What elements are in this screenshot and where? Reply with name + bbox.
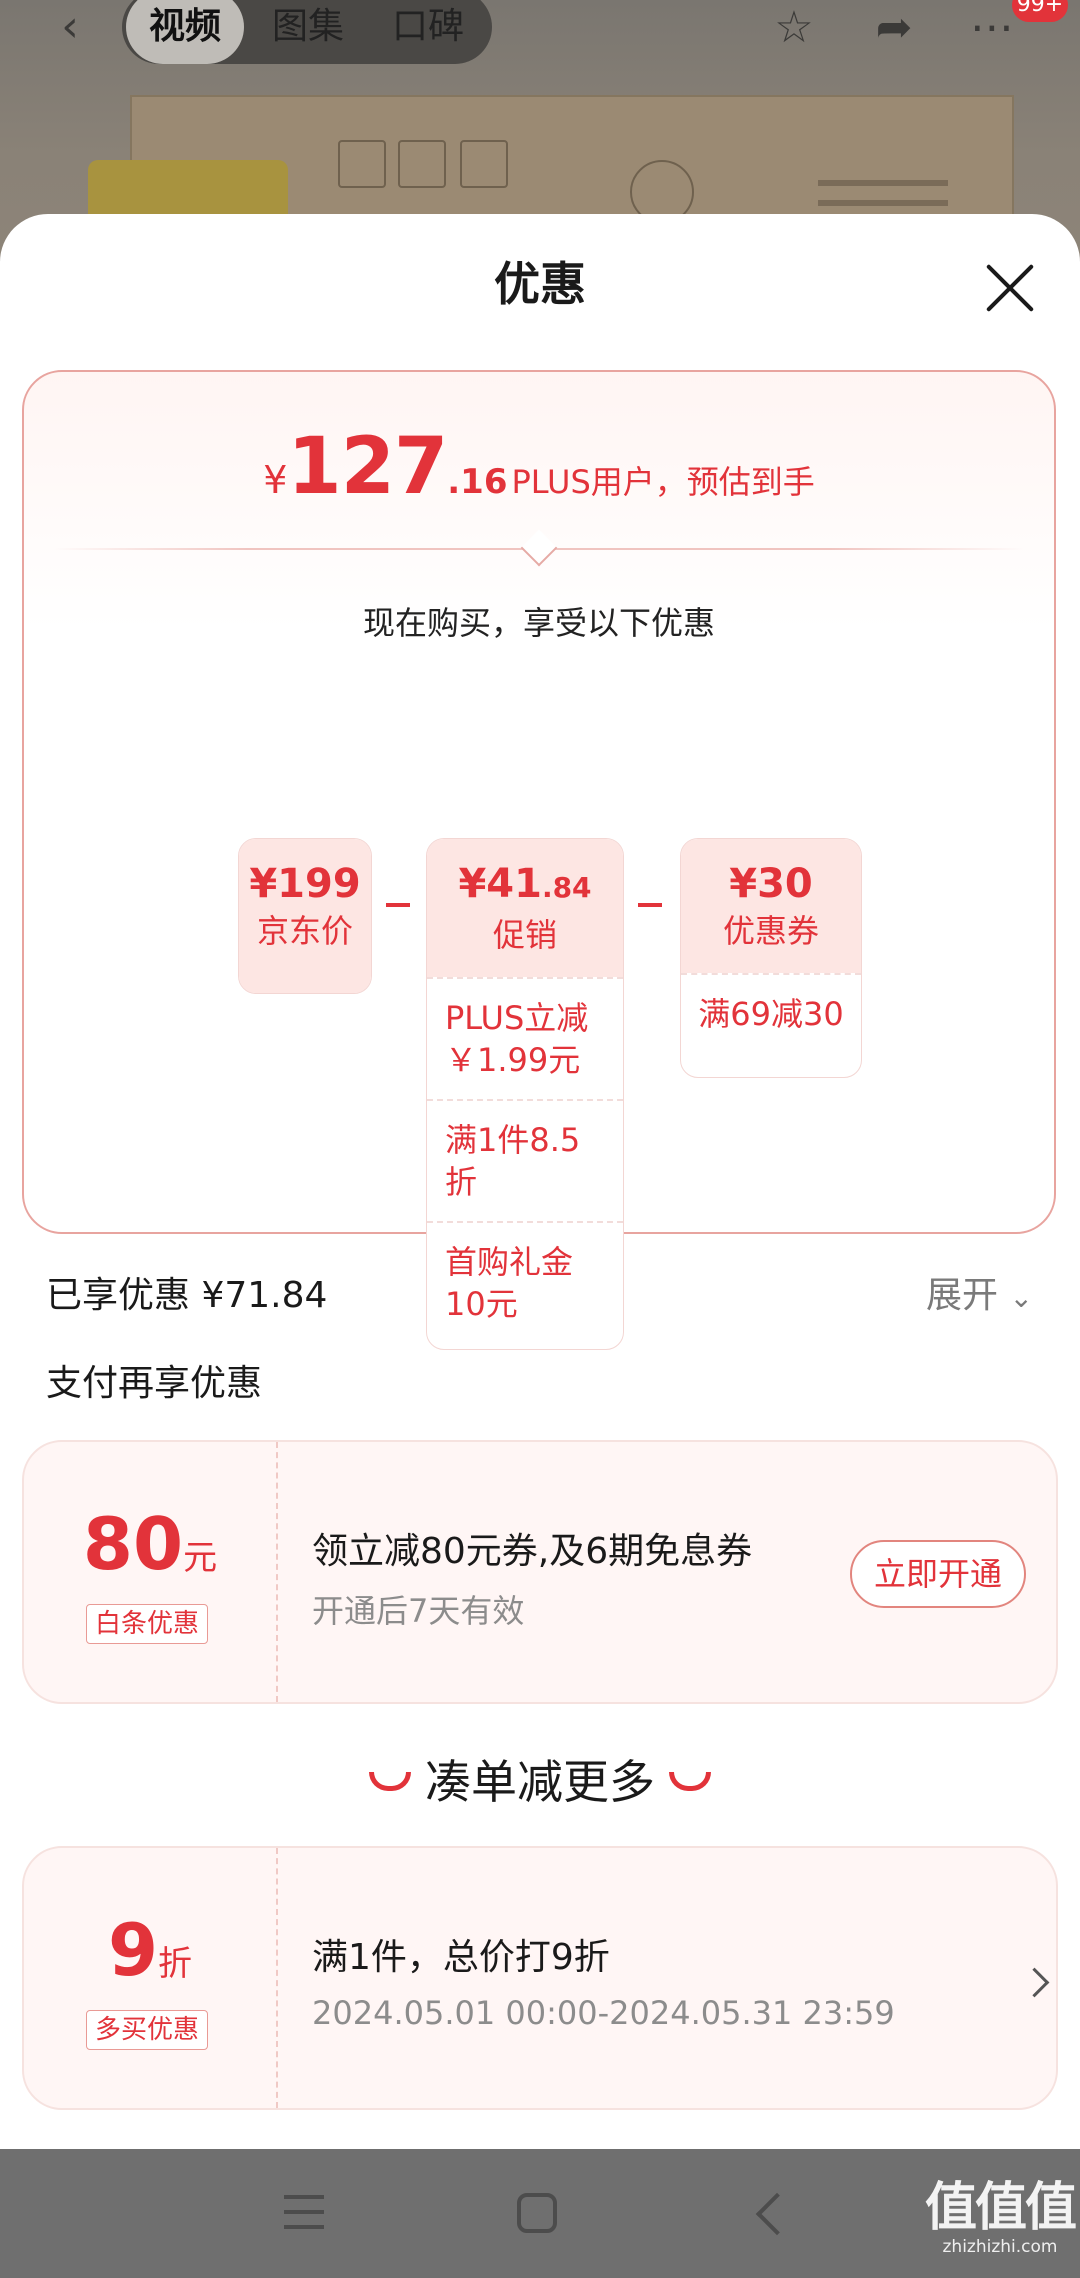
tab-video[interactable]: 视频 bbox=[126, 0, 244, 64]
multi-buy-tag: 多买优惠 bbox=[86, 2010, 209, 2050]
system-nav-bar bbox=[0, 2149, 1080, 2278]
chevron-down-icon: ⌄ bbox=[1009, 1281, 1033, 1314]
multi-buy-period: 2024.05.01 00:00-2024.05.31 23:59 bbox=[312, 1994, 895, 2032]
star-icon[interactable]: ☆ bbox=[762, 0, 826, 56]
estimate-label: PLUS用户，预估到手 bbox=[511, 463, 815, 501]
baitiao-title: 领立减80元券,及6期免息券 bbox=[312, 1531, 753, 1572]
expand-toggle[interactable]: 展开 ⌄ bbox=[926, 1266, 1033, 1318]
minus-sign bbox=[638, 903, 662, 907]
pay-more-title: 支付再享优惠 bbox=[46, 1363, 263, 1404]
estimated-price: ¥127.16 PLUS用户，预估到手 bbox=[24, 422, 1054, 512]
price-decimal: .16 bbox=[447, 462, 508, 502]
multi-buy-card[interactable]: 9折 多买优惠 满1件，总价打9折 2024.05.01 00:00-2024.… bbox=[22, 1846, 1058, 2110]
jd-price-amount: ¥199 bbox=[249, 861, 361, 907]
coupon-item: 满69减30 bbox=[681, 973, 861, 1053]
promo-pill: ¥41.84 促销 PLUS立减 ￥1.99元 满1件8.5折 首购礼金 10元 bbox=[426, 838, 624, 1350]
jd-price-pill: ¥199 京东价 bbox=[238, 838, 372, 994]
sheet-title: 优惠 bbox=[494, 257, 586, 311]
baitiao-amount: 80元 bbox=[82, 1502, 218, 1586]
product-label-text bbox=[818, 180, 948, 186]
coupon-separator bbox=[276, 1442, 278, 1702]
baitiao-tag: 白条优惠 bbox=[86, 1604, 209, 1644]
jd-price-label: 京东价 bbox=[256, 912, 353, 950]
minus-sign bbox=[386, 903, 410, 907]
smile-icon bbox=[369, 1772, 411, 1791]
watermark-logo: 值值值 bbox=[924, 2177, 1077, 2238]
message-badge: 99+ bbox=[1012, 0, 1068, 22]
coupon-pill: ¥30 优惠券 满69减30 bbox=[680, 838, 862, 1078]
tab-reviews[interactable]: 口碑 bbox=[378, 0, 478, 64]
price-integer: 127 bbox=[287, 422, 448, 512]
coupon-separator bbox=[276, 1848, 278, 2108]
promo-item: 首购礼金 10元 bbox=[427, 1221, 623, 1343]
menu-icon[interactable] bbox=[284, 2195, 324, 2229]
share-icon[interactable]: ➦ bbox=[862, 0, 926, 56]
promo-item: 满1件8.5折 bbox=[427, 1099, 623, 1221]
promo-amount: ¥41.84 bbox=[458, 861, 592, 907]
discount-sheet: 优惠 ¥127.16 PLUS用户，预估到手 现在购买，享受以下优惠 ¥199 京… bbox=[0, 214, 1080, 2149]
watermark: 值值值 zhizhizhi.com bbox=[920, 2180, 1080, 2258]
expand-label: 展开 bbox=[926, 1275, 999, 1316]
more-discount-title: 凑单减更多 bbox=[425, 1755, 655, 1809]
open-now-button[interactable]: 立即开通 bbox=[850, 1540, 1026, 1608]
coupon-label: 优惠券 bbox=[722, 912, 819, 950]
package-icon bbox=[338, 140, 386, 188]
promo-label: 促销 bbox=[492, 916, 557, 954]
price-breakdown-card: ¥127.16 PLUS用户，预估到手 现在购买，享受以下优惠 ¥199 京东价 … bbox=[22, 370, 1056, 1350]
umbrella-icon bbox=[460, 140, 508, 188]
baitiao-coupon-card[interactable]: 80元 白条优惠 领立减80元券,及6期免息券 开通后7天有效 立即开通 bbox=[22, 1440, 1058, 1704]
watermark-url: zhizhizhi.com bbox=[942, 2237, 1058, 2257]
back-icon[interactable]: ‹ bbox=[40, 2, 100, 52]
home-icon[interactable] bbox=[517, 2193, 557, 2233]
multi-buy-title: 满1件，总价打9折 bbox=[312, 1937, 610, 1978]
more-discount-heading: 凑单减更多 bbox=[0, 1752, 1080, 1812]
fragile-icon bbox=[398, 140, 446, 188]
tab-gallery[interactable]: 图集 bbox=[258, 0, 358, 64]
coupon-amount: ¥30 bbox=[729, 861, 813, 907]
enjoyed-discount: 已享优惠 ¥71.84 bbox=[46, 1275, 328, 1316]
chevron-right-icon bbox=[1019, 1967, 1050, 1998]
baitiao-subtitle: 开通后7天有效 bbox=[312, 1592, 525, 1630]
buy-now-text: 现在购买，享受以下优惠 bbox=[362, 604, 715, 642]
currency-symbol: ¥ bbox=[263, 458, 288, 502]
divider-arrow bbox=[520, 529, 558, 567]
close-icon[interactable] bbox=[982, 260, 1038, 316]
promo-item: PLUS立减 ￥1.99元 bbox=[427, 977, 623, 1099]
smile-icon bbox=[669, 1772, 711, 1791]
multi-buy-amount: 9折 bbox=[107, 1908, 193, 1992]
nav-back-icon[interactable] bbox=[755, 2192, 799, 2236]
